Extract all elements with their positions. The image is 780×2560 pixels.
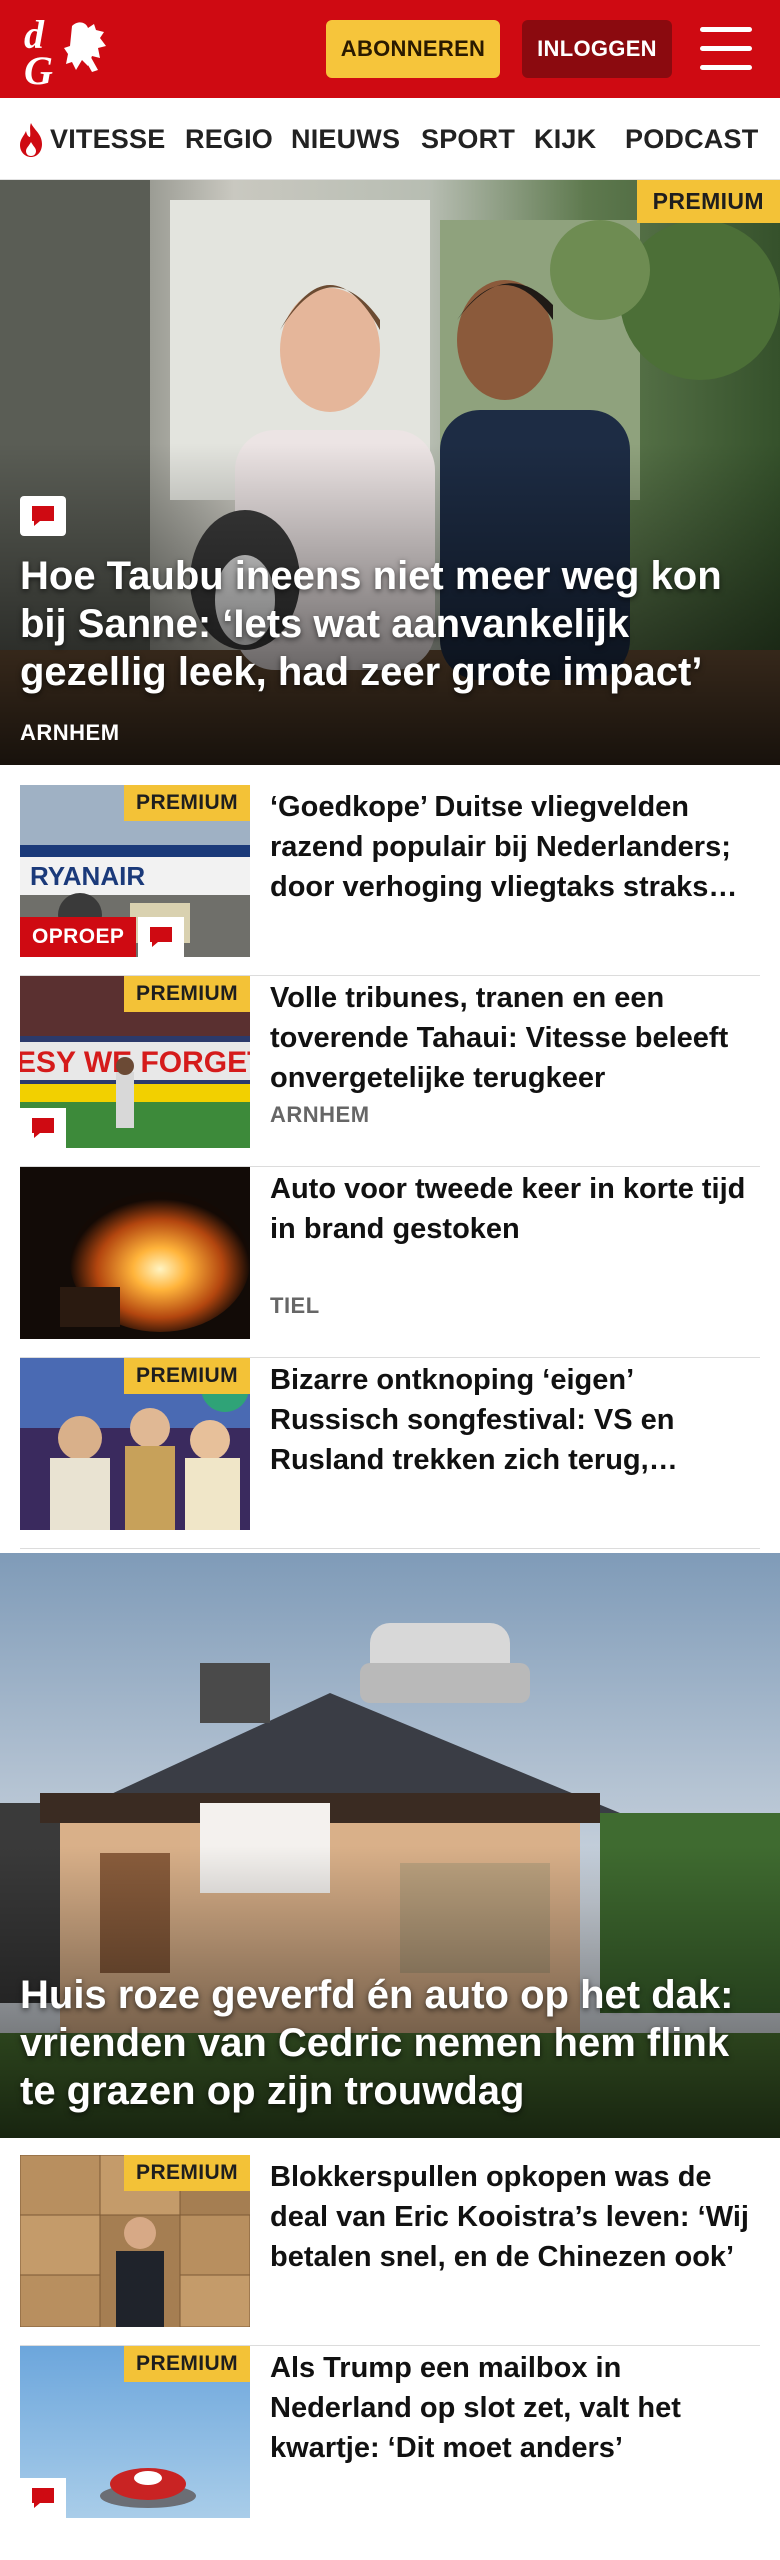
section-nav: VITESSE REGIO NIEUWS SPORT KIJK PODCAST bbox=[0, 98, 780, 180]
premium-badge: PREMIUM bbox=[124, 785, 250, 821]
premium-badge: PREMIUM bbox=[124, 2155, 250, 2191]
list-item[interactable]: RYANAIR PREMIUM OPROEP ‘Goedkope’ Duitse… bbox=[20, 785, 760, 976]
oproep-label: OPROEP bbox=[20, 917, 137, 957]
subscribe-button[interactable]: ABONNEREN bbox=[326, 20, 500, 78]
list-item[interactable]: Auto voor tweede keer in korte tijd in b… bbox=[20, 1167, 760, 1358]
article-thumbnail: PREMIUM bbox=[20, 2346, 250, 2518]
top-header: d G ABONNEREN INLOGGEN bbox=[0, 0, 780, 98]
article-thumbnail: PREMIUM bbox=[20, 1358, 250, 1530]
premium-badge: PREMIUM bbox=[124, 2346, 250, 2382]
premium-badge: PREMIUM bbox=[636, 180, 780, 223]
article-thumbnail: ESY WE FORGET PREMIUM bbox=[20, 976, 250, 1148]
nav-item-nieuws[interactable]: NIEUWS bbox=[291, 124, 400, 155]
nav-item-podcast[interactable]: PODCAST bbox=[625, 124, 758, 155]
nav-item-vitesse[interactable]: VITESSE bbox=[50, 124, 165, 155]
article-thumbnail: RYANAIR PREMIUM OPROEP bbox=[20, 785, 250, 957]
article-thumbnail bbox=[20, 1167, 250, 1339]
dg-logo[interactable]: d G bbox=[22, 12, 118, 88]
hero-location-tag: ARNHEM bbox=[20, 720, 120, 745]
flame-icon bbox=[20, 123, 42, 157]
article-title[interactable]: Blokkerspullen opkopen was de deal van E… bbox=[270, 2157, 760, 2277]
nav-item-kijk[interactable]: KIJK bbox=[534, 124, 596, 155]
hero-article-2[interactable]: Huis roze geverfd én auto op het dak: vr… bbox=[0, 1553, 780, 2138]
login-button[interactable]: INLOGGEN bbox=[522, 20, 672, 78]
list-item[interactable]: PREMIUM Als Trump een mailbox in Nederla… bbox=[20, 2346, 760, 2537]
article-title[interactable]: ‘Goedkope’ Duitse vliegvelden razend pop… bbox=[270, 787, 760, 907]
premium-badge: PREMIUM bbox=[124, 976, 250, 1012]
hero-title[interactable]: Hoe Taubu ineens niet meer weg kon bij S… bbox=[20, 552, 760, 696]
list-item[interactable]: PREMIUM Blokkerspullen opkopen was de de… bbox=[20, 2155, 760, 2346]
article-thumbnail: PREMIUM bbox=[20, 2155, 250, 2327]
premium-badge: PREMIUM bbox=[124, 1358, 250, 1394]
comment-icon bbox=[20, 1108, 66, 1148]
article-location-tag: ARNHEM bbox=[270, 1102, 370, 1127]
article-location-tag: TIEL bbox=[270, 1293, 320, 1318]
comment-icon bbox=[138, 917, 184, 957]
list-item[interactable]: PREMIUM Bizarre ontknoping ‘eigen’ Russi… bbox=[20, 1358, 760, 1549]
comment-icon bbox=[20, 2478, 66, 2518]
svg-text:G: G bbox=[24, 48, 53, 88]
article-title[interactable]: Als Trump een mailbox in Nederland op sl… bbox=[270, 2348, 760, 2468]
list-item[interactable]: ESY WE FORGET PREMIUM Volle tribunes, tr… bbox=[20, 976, 760, 1167]
hero2-title[interactable]: Huis roze geverfd én auto op het dak: vr… bbox=[20, 1971, 760, 2115]
hero-article[interactable]: PREMIUM Hoe Taubu ineens niet meer weg k… bbox=[0, 180, 780, 765]
svg-text:RYANAIR: RYANAIR bbox=[30, 861, 145, 891]
article-title[interactable]: Bizarre ontknoping ‘eigen’ Russisch song… bbox=[270, 1360, 760, 1480]
nav-item-sport[interactable]: SPORT bbox=[421, 124, 515, 155]
nav-item-regio[interactable]: REGIO bbox=[185, 124, 273, 155]
article-title[interactable]: Auto voor tweede keer in korte tijd in b… bbox=[270, 1169, 760, 1249]
hamburger-menu-icon[interactable] bbox=[700, 27, 752, 71]
article-title[interactable]: Volle tribunes, tranen en een toverende … bbox=[270, 978, 760, 1098]
comment-icon bbox=[20, 496, 66, 536]
svg-text:ESY WE FORGET: ESY WE FORGET bbox=[20, 1046, 250, 1079]
